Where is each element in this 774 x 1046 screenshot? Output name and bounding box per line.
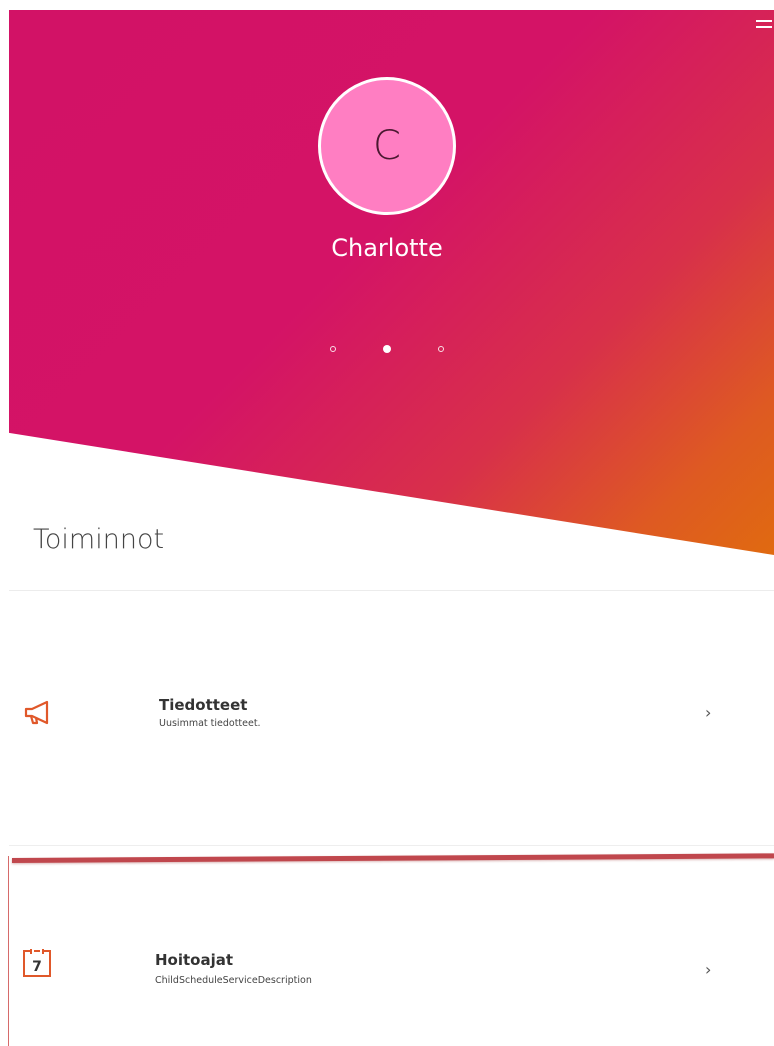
page-dot-3[interactable] <box>438 346 444 352</box>
page-dot-1[interactable] <box>330 346 336 352</box>
section-title: Toiminnot <box>33 524 165 555</box>
item-description: Uusimmat tiedotteet. <box>159 718 261 729</box>
calendar-icon: 7 <box>23 949 51 977</box>
page-indicator <box>0 345 774 353</box>
divider <box>9 845 774 846</box>
app-screen: C Charlotte Toiminnot Tiedotteet Uusimma… <box>0 0 774 1046</box>
child-name: Charlotte <box>331 234 443 262</box>
chevron-right-icon: › <box>705 703 712 722</box>
list-item-announcements[interactable]: Tiedotteet Uusimmat tiedotteet. › <box>9 670 774 760</box>
page-dot-2-active[interactable] <box>383 345 391 353</box>
avatar[interactable]: C <box>318 77 456 215</box>
item-title: Hoitoajat <box>155 951 234 969</box>
item-title: Tiedotteet <box>159 696 248 714</box>
divider <box>9 590 774 591</box>
list-item-schedule[interactable]: 7 Hoitoajat ChildScheduleServiceDescript… <box>9 933 774 1023</box>
avatar-initial: C <box>373 123 401 169</box>
chevron-right-icon: › <box>705 960 712 979</box>
megaphone-icon <box>24 700 49 725</box>
highlight-bar <box>11 853 774 863</box>
menu-icon[interactable] <box>756 20 772 30</box>
calendar-day-text: 7 <box>32 959 42 975</box>
item-description: ChildScheduleServiceDescription <box>155 975 312 986</box>
